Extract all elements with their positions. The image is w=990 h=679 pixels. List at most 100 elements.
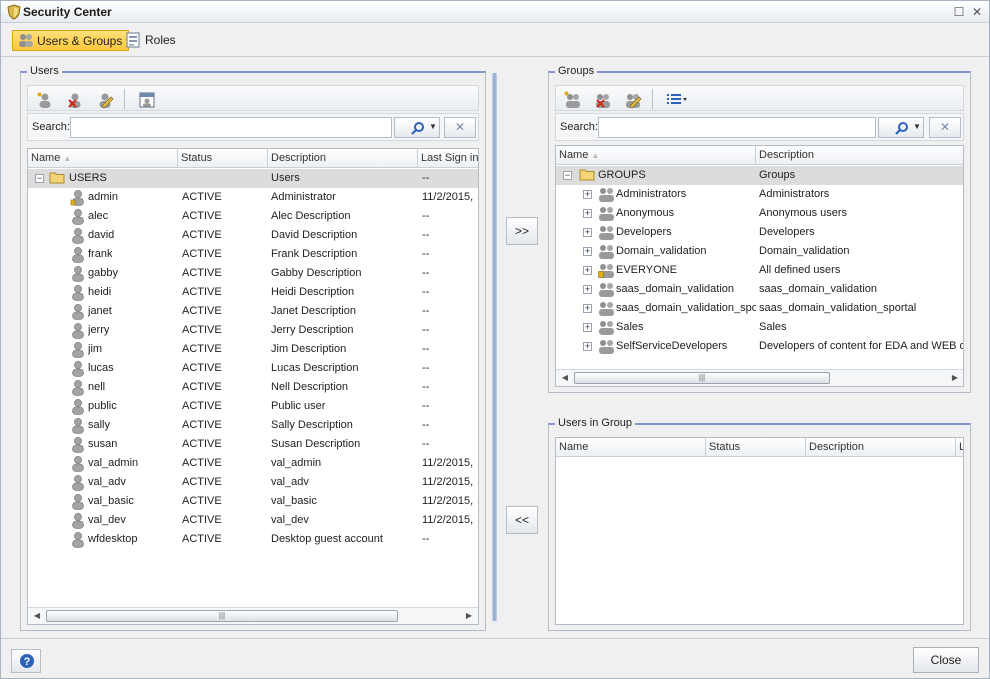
table-row[interactable]: + saas_domain_validation_sportalsaas_doma…: [556, 299, 963, 318]
close-button[interactable]: Close: [913, 647, 979, 673]
collapse-icon[interactable]: −: [35, 174, 44, 183]
add-group-button[interactable]: [558, 88, 586, 110]
users-root-row[interactable]: − USERS Users --: [28, 169, 478, 188]
user-icon: [70, 208, 86, 228]
expand-icon[interactable]: +: [583, 285, 592, 294]
table-row[interactable]: + SelfServiceDevelopers Developers of cont…: [556, 337, 963, 356]
column-header-description[interactable]: Description: [806, 438, 956, 457]
table-row[interactable]: jim ACTIVE Jim Description --: [28, 340, 478, 359]
scroll-thumb[interactable]: |||: [46, 610, 398, 622]
user-icon: [70, 417, 86, 437]
user-last-sign-in: 11/2/2015,: [422, 476, 474, 488]
column-header-description[interactable]: Description: [268, 149, 418, 168]
column-header-name[interactable]: Name: [556, 438, 706, 457]
column-header-name[interactable]: Name ▲: [28, 149, 178, 168]
remove-from-group-button[interactable]: <<: [506, 506, 538, 534]
table-row[interactable]: + Anonymous Anonymous users: [556, 204, 963, 223]
table-row[interactable]: admin ACTIVE Administrator 11/2/2015,: [28, 188, 478, 207]
tab-users-groups[interactable]: Users & Groups: [12, 30, 130, 51]
user-last-sign-in: --: [422, 267, 430, 279]
table-row[interactable]: val_adv ACTIVE val_adv 11/2/2015,: [28, 473, 478, 492]
tab-label: Roles: [145, 33, 176, 47]
users-search-button[interactable]: ▼: [394, 117, 440, 138]
groups-search-input[interactable]: [598, 117, 876, 138]
edit-group-button[interactable]: [618, 88, 646, 110]
table-row[interactable]: nell ACTIVE Nell Description --: [28, 378, 478, 397]
expand-icon[interactable]: +: [583, 304, 592, 313]
user-description: Public user: [271, 400, 326, 412]
table-row[interactable]: david ACTIVE David Description --: [28, 226, 478, 245]
column-header-name[interactable]: Name ▲: [556, 146, 756, 165]
table-row[interactable]: lucas ACTIVE Lucas Description --: [28, 359, 478, 378]
table-row[interactable]: janet ACTIVE Janet Description --: [28, 302, 478, 321]
users-search-input[interactable]: [70, 117, 392, 138]
user-name: jerry: [88, 324, 110, 336]
table-row[interactable]: gabby ACTIVE Gabby Description --: [28, 264, 478, 283]
table-row[interactable]: + saas_domain_validation saas_domain_valid…: [556, 280, 963, 299]
column-header-status[interactable]: Status: [706, 438, 806, 457]
collapse-icon[interactable]: −: [563, 171, 572, 180]
edit-user-button[interactable]: [90, 88, 118, 110]
table-row[interactable]: wfdesktop ACTIVE Desktop guest account --: [28, 530, 478, 549]
table-row[interactable]: val_admin ACTIVE val_admin 11/2/2015,: [28, 454, 478, 473]
delete-user-button[interactable]: [60, 88, 88, 110]
groups-search-button[interactable]: ▼: [878, 117, 924, 138]
expand-icon[interactable]: +: [583, 266, 592, 275]
table-row[interactable]: sally ACTIVE Sally Description --: [28, 416, 478, 435]
help-button[interactable]: ?: [11, 649, 41, 673]
delete-group-button[interactable]: [588, 88, 616, 110]
table-row[interactable]: + Domain_validation Domain_validation: [556, 242, 963, 261]
table-row[interactable]: frank ACTIVE Frank Description --: [28, 245, 478, 264]
expand-icon[interactable]: +: [583, 247, 592, 256]
scroll-right-arrow-icon[interactable]: ▶: [462, 608, 476, 624]
table-row[interactable]: + Administrators Administrators: [556, 185, 963, 204]
groups-root-row[interactable]: − GROUPS Groups: [556, 166, 963, 185]
table-row[interactable]: heidi ACTIVE Heidi Description --: [28, 283, 478, 302]
user-description: Jim Description: [271, 343, 347, 355]
groups-search-clear-button[interactable]: ✕: [929, 117, 961, 138]
window-title: Security Center: [23, 5, 112, 19]
scroll-thumb[interactable]: |||: [574, 372, 830, 384]
user-icon: [70, 436, 86, 456]
user-properties-button[interactable]: [132, 88, 160, 110]
users-search-clear-button[interactable]: ✕: [444, 117, 476, 138]
expand-icon[interactable]: +: [583, 228, 592, 237]
list-view-button[interactable]: [660, 88, 694, 110]
expand-icon[interactable]: +: [583, 323, 592, 332]
expand-icon[interactable]: +: [583, 190, 592, 199]
add-user-button[interactable]: [30, 88, 58, 110]
table-row[interactable]: jerry ACTIVE Jerry Description --: [28, 321, 478, 340]
user-icon: [70, 303, 86, 323]
edit-group-icon: [626, 94, 642, 109]
table-row[interactable]: susan ACTIVE Susan Description --: [28, 435, 478, 454]
table-row[interactable]: + Developers Developers: [556, 223, 963, 242]
close-window-icon[interactable]: ✕: [970, 5, 984, 19]
scroll-left-arrow-icon[interactable]: ◀: [558, 370, 572, 386]
expand-icon[interactable]: +: [583, 209, 592, 218]
scroll-left-arrow-icon[interactable]: ◀: [30, 608, 44, 624]
column-header-description[interactable]: Description: [756, 146, 963, 165]
add-to-group-button[interactable]: >>: [506, 217, 538, 245]
table-row[interactable]: val_basic ACTIVE val_basic 11/2/2015,: [28, 492, 478, 511]
users-horizontal-scrollbar[interactable]: ◀ ||| ▶: [28, 607, 478, 624]
chevron-down-icon[interactable]: ▼: [913, 122, 921, 131]
column-header-last[interactable]: L: [956, 438, 963, 457]
user-status: ACTIVE: [182, 438, 222, 450]
column-header-last-sign-in[interactable]: Last Sign in: [418, 149, 478, 168]
chevron-down-icon[interactable]: ▼: [429, 122, 437, 131]
table-row[interactable]: val_dev ACTIVE val_dev 11/2/2015,: [28, 511, 478, 530]
user-last-sign-in: --: [422, 533, 430, 545]
tab-roles[interactable]: Roles: [121, 30, 182, 51]
column-header-status[interactable]: Status: [178, 149, 268, 168]
table-row[interactable]: + EVERYONE All defined users: [556, 261, 963, 280]
table-row[interactable]: alec ACTIVE Alec Description --: [28, 207, 478, 226]
table-row[interactable]: public ACTIVE Public user --: [28, 397, 478, 416]
panel-splitter[interactable]: [492, 73, 497, 621]
table-row[interactable]: + Sales Sales: [556, 318, 963, 337]
expand-icon[interactable]: +: [583, 342, 592, 351]
user-icon: [70, 246, 86, 266]
maximize-icon[interactable]: ☐: [952, 5, 966, 19]
scroll-right-arrow-icon[interactable]: ▶: [948, 370, 962, 386]
tab-bar: Users & Groups Roles: [1, 23, 989, 57]
groups-horizontal-scrollbar[interactable]: ◀ ||| ▶: [556, 369, 963, 386]
